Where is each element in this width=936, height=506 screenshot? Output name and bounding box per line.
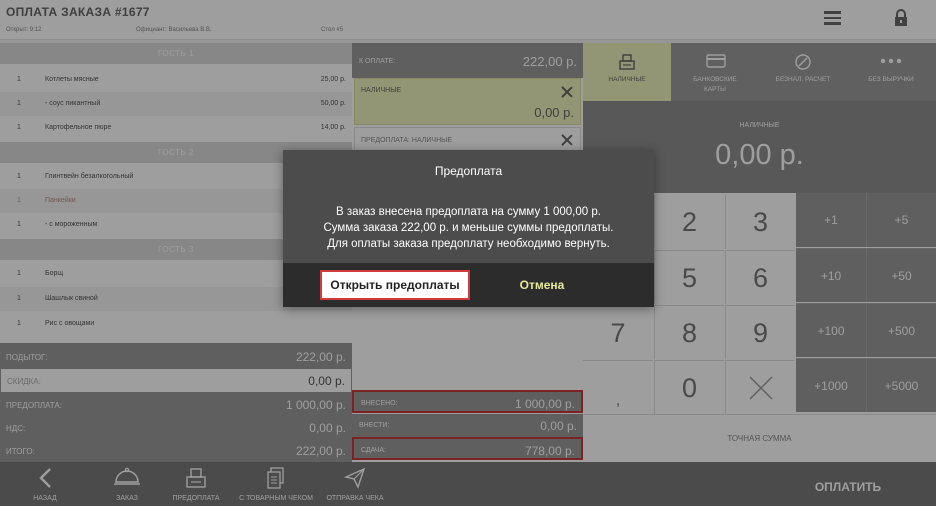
cancel-button[interactable]: Отмена: [483, 270, 601, 300]
dialog-message: В заказ внесена предоплата на сумму 1 00…: [283, 204, 654, 252]
dialog-title: Предоплата: [434, 164, 503, 178]
dialog-line-1: В заказ внесена предоплата на сумму 1 00…: [336, 206, 601, 218]
open-prepayments-button[interactable]: Открыть предоплаты: [320, 270, 470, 300]
dialog-line-2: Сумма заказа 222,00 р. и меньше суммы пр…: [323, 222, 614, 234]
dialog-line-3: Для оплаты заказа предоплату необходимо …: [327, 238, 610, 250]
dialog-footer: Открыть предоплаты Отмена: [283, 263, 654, 307]
prepayment-dialog: Предоплата В заказ внесена предоплата на…: [283, 150, 654, 307]
